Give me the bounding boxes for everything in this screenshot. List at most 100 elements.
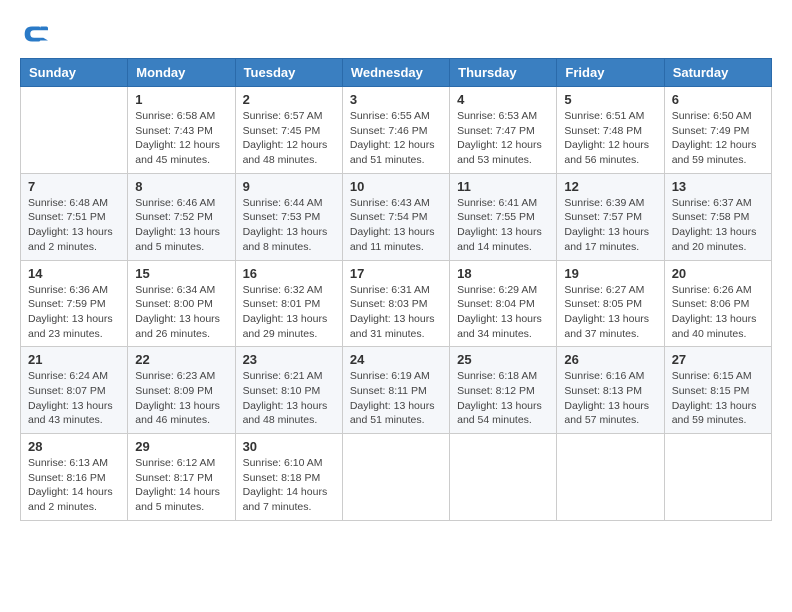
day-number: 5 xyxy=(564,92,656,107)
day-info: Sunrise: 6:13 AM Sunset: 8:16 PM Dayligh… xyxy=(28,456,120,515)
calendar-cell: 18 Sunrise: 6:29 AM Sunset: 8:04 PM Dayli… xyxy=(450,260,557,347)
day-info: Sunrise: 6:55 AM Sunset: 7:46 PM Dayligh… xyxy=(350,109,442,168)
calendar-cell: 28 Sunrise: 6:13 AM Sunset: 8:16 PM Dayli… xyxy=(21,434,128,521)
calendar-cell: 9 Sunrise: 6:44 AM Sunset: 7:53 PM Daylig… xyxy=(235,173,342,260)
logo-icon xyxy=(20,20,48,48)
calendar-cell xyxy=(342,434,449,521)
calendar-cell: 26 Sunrise: 6:16 AM Sunset: 8:13 PM Dayli… xyxy=(557,347,664,434)
day-number: 27 xyxy=(672,352,764,367)
calendar-cell: 1 Sunrise: 6:58 AM Sunset: 7:43 PM Daylig… xyxy=(128,87,235,174)
day-info: Sunrise: 6:21 AM Sunset: 8:10 PM Dayligh… xyxy=(243,369,335,428)
day-info: Sunrise: 6:31 AM Sunset: 8:03 PM Dayligh… xyxy=(350,283,442,342)
day-number: 17 xyxy=(350,266,442,281)
calendar-week-4: 21 Sunrise: 6:24 AM Sunset: 8:07 PM Dayli… xyxy=(21,347,772,434)
day-number: 8 xyxy=(135,179,227,194)
day-info: Sunrise: 6:10 AM Sunset: 8:18 PM Dayligh… xyxy=(243,456,335,515)
day-header-wednesday: Wednesday xyxy=(342,59,449,87)
day-number: 9 xyxy=(243,179,335,194)
day-info: Sunrise: 6:27 AM Sunset: 8:05 PM Dayligh… xyxy=(564,283,656,342)
day-header-monday: Monday xyxy=(128,59,235,87)
calendar-cell: 4 Sunrise: 6:53 AM Sunset: 7:47 PM Daylig… xyxy=(450,87,557,174)
day-info: Sunrise: 6:15 AM Sunset: 8:15 PM Dayligh… xyxy=(672,369,764,428)
calendar-cell: 17 Sunrise: 6:31 AM Sunset: 8:03 PM Dayli… xyxy=(342,260,449,347)
day-number: 21 xyxy=(28,352,120,367)
calendar-cell: 8 Sunrise: 6:46 AM Sunset: 7:52 PM Daylig… xyxy=(128,173,235,260)
day-number: 20 xyxy=(672,266,764,281)
day-number: 25 xyxy=(457,352,549,367)
day-info: Sunrise: 6:29 AM Sunset: 8:04 PM Dayligh… xyxy=(457,283,549,342)
calendar-cell: 15 Sunrise: 6:34 AM Sunset: 8:00 PM Dayli… xyxy=(128,260,235,347)
day-info: Sunrise: 6:18 AM Sunset: 8:12 PM Dayligh… xyxy=(457,369,549,428)
calendar-week-2: 7Sunrise: 6:48 AM Sunset: 7:51 PM Daylig… xyxy=(21,173,772,260)
day-number: 24 xyxy=(350,352,442,367)
day-info: Sunrise: 6:51 AM Sunset: 7:48 PM Dayligh… xyxy=(564,109,656,168)
calendar-cell xyxy=(21,87,128,174)
calendar-table: SundayMondayTuesdayWednesdayThursdayFrid… xyxy=(20,58,772,521)
calendar-cell: 11 Sunrise: 6:41 AM Sunset: 7:55 PM Dayli… xyxy=(450,173,557,260)
day-info: Sunrise: 6:12 AM Sunset: 8:17 PM Dayligh… xyxy=(135,456,227,515)
day-info: Sunrise: 6:53 AM Sunset: 7:47 PM Dayligh… xyxy=(457,109,549,168)
day-info: Sunrise: 6:34 AM Sunset: 8:00 PM Dayligh… xyxy=(135,283,227,342)
day-number: 12 xyxy=(564,179,656,194)
calendar-cell: 16 Sunrise: 6:32 AM Sunset: 8:01 PM Dayli… xyxy=(235,260,342,347)
day-info: Sunrise: 6:36 AM Sunset: 7:59 PM Dayligh… xyxy=(28,283,120,342)
day-number: 28 xyxy=(28,439,120,454)
day-number: 26 xyxy=(564,352,656,367)
day-number: 2 xyxy=(243,92,335,107)
day-info: Sunrise: 6:39 AM Sunset: 7:57 PM Dayligh… xyxy=(564,196,656,255)
calendar-header-row: SundayMondayTuesdayWednesdayThursdayFrid… xyxy=(21,59,772,87)
calendar-cell: 14 Sunrise: 6:36 AM Sunset: 7:59 PM Dayli… xyxy=(21,260,128,347)
day-number: 16 xyxy=(243,266,335,281)
day-number: 29 xyxy=(135,439,227,454)
day-number: 3 xyxy=(350,92,442,107)
calendar-week-1: 1 Sunrise: 6:58 AM Sunset: 7:43 PM Daylig… xyxy=(21,87,772,174)
day-number: 15 xyxy=(135,266,227,281)
day-info: Sunrise: 6:37 AM Sunset: 7:58 PM Dayligh… xyxy=(672,196,764,255)
day-info: Sunrise: 6:24 AM Sunset: 8:07 PM Dayligh… xyxy=(28,369,120,428)
day-info: Sunrise: 6:43 AM Sunset: 7:54 PM Dayligh… xyxy=(350,196,442,255)
day-info: Sunrise: 6:44 AM Sunset: 7:53 PM Dayligh… xyxy=(243,196,335,255)
day-number: 1 xyxy=(135,92,227,107)
calendar-week-5: 28 Sunrise: 6:13 AM Sunset: 8:16 PM Dayli… xyxy=(21,434,772,521)
day-number: 30 xyxy=(243,439,335,454)
day-info: Sunrise: 6:58 AM Sunset: 7:43 PM Dayligh… xyxy=(135,109,227,168)
day-info: Sunrise: 6:41 AM Sunset: 7:55 PM Dayligh… xyxy=(457,196,549,255)
calendar-cell: 23 Sunrise: 6:21 AM Sunset: 8:10 PM Dayli… xyxy=(235,347,342,434)
calendar-cell: 25 Sunrise: 6:18 AM Sunset: 8:12 PM Dayli… xyxy=(450,347,557,434)
calendar-cell: 27 Sunrise: 6:15 AM Sunset: 8:15 PM Dayli… xyxy=(664,347,771,434)
day-info: Sunrise: 6:46 AM Sunset: 7:52 PM Dayligh… xyxy=(135,196,227,255)
calendar-cell: 20Sunrise: 6:26 AM Sunset: 8:06 PM Dayli… xyxy=(664,260,771,347)
day-number: 23 xyxy=(243,352,335,367)
day-number: 7 xyxy=(28,179,120,194)
calendar-cell: 22Sunrise: 6:23 AM Sunset: 8:09 PM Dayli… xyxy=(128,347,235,434)
day-number: 19 xyxy=(564,266,656,281)
calendar-cell: 3 Sunrise: 6:55 AM Sunset: 7:46 PM Daylig… xyxy=(342,87,449,174)
calendar-cell: 29 Sunrise: 6:12 AM Sunset: 8:17 PM Dayli… xyxy=(128,434,235,521)
day-header-thursday: Thursday xyxy=(450,59,557,87)
day-header-tuesday: Tuesday xyxy=(235,59,342,87)
calendar-cell: 2 Sunrise: 6:57 AM Sunset: 7:45 PM Daylig… xyxy=(235,87,342,174)
day-header-saturday: Saturday xyxy=(664,59,771,87)
day-info: Sunrise: 6:50 AM Sunset: 7:49 PM Dayligh… xyxy=(672,109,764,168)
day-number: 13 xyxy=(672,179,764,194)
day-number: 18 xyxy=(457,266,549,281)
day-info: Sunrise: 6:32 AM Sunset: 8:01 PM Dayligh… xyxy=(243,283,335,342)
calendar-cell: 10 Sunrise: 6:43 AM Sunset: 7:54 PM Dayli… xyxy=(342,173,449,260)
calendar-cell: 21 Sunrise: 6:24 AM Sunset: 8:07 PM Dayli… xyxy=(21,347,128,434)
calendar-cell: 24Sunrise: 6:19 AM Sunset: 8:11 PM Dayli… xyxy=(342,347,449,434)
calendar-cell xyxy=(664,434,771,521)
calendar-cell xyxy=(557,434,664,521)
day-number: 22 xyxy=(135,352,227,367)
day-number: 4 xyxy=(457,92,549,107)
day-header-friday: Friday xyxy=(557,59,664,87)
day-number: 11 xyxy=(457,179,549,194)
logo xyxy=(20,20,52,48)
calendar-cell: 13 Sunrise: 6:37 AM Sunset: 7:58 PM Dayli… xyxy=(664,173,771,260)
day-info: Sunrise: 6:57 AM Sunset: 7:45 PM Dayligh… xyxy=(243,109,335,168)
calendar-cell: 30 Sunrise: 6:10 AM Sunset: 8:18 PM Dayli… xyxy=(235,434,342,521)
day-info: Sunrise: 6:16 AM Sunset: 8:13 PM Dayligh… xyxy=(564,369,656,428)
calendar-cell: 5 Sunrise: 6:51 AM Sunset: 7:48 PM Daylig… xyxy=(557,87,664,174)
day-number: 14 xyxy=(28,266,120,281)
day-number: 10 xyxy=(350,179,442,194)
calendar-cell: 12 Sunrise: 6:39 AM Sunset: 7:57 PM Dayli… xyxy=(557,173,664,260)
